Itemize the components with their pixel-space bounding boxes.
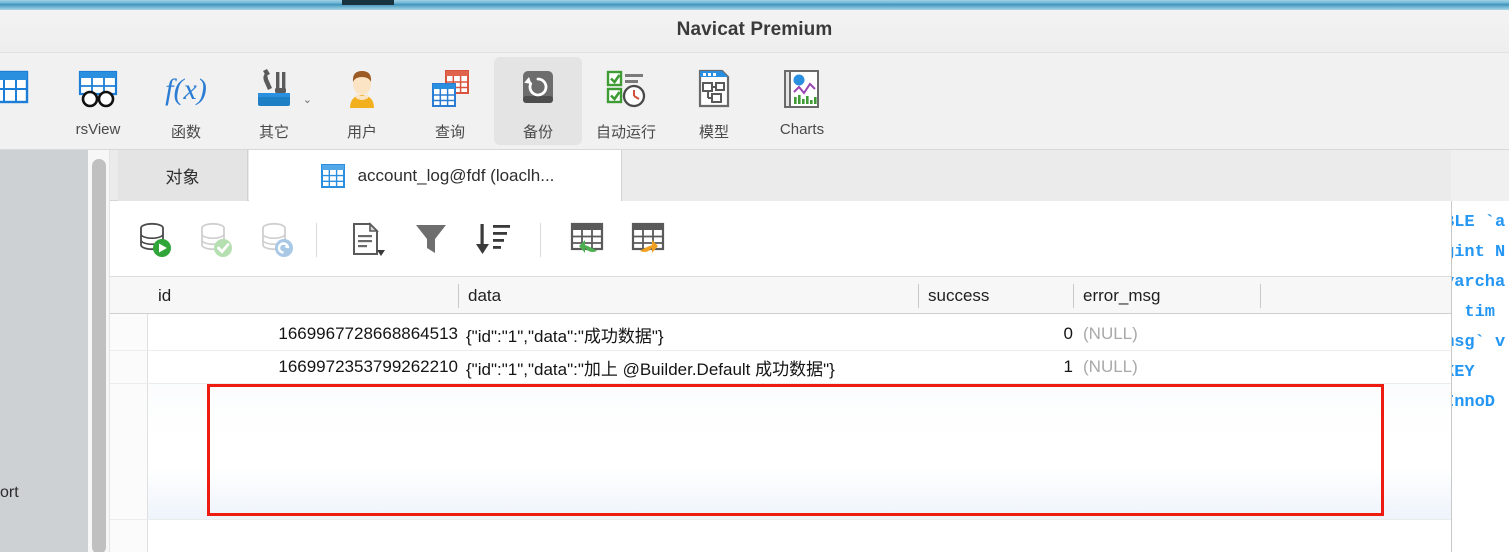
code-panel-header (1451, 150, 1509, 201)
toolbar-item-charts[interactable]: Charts (758, 57, 846, 145)
tab-label: account_log@fdf (loaclh... (357, 165, 555, 185)
toolbar-item-other[interactable]: ⌄ 其它 (230, 57, 318, 145)
column-header-data[interactable]: data (458, 277, 918, 314)
row-header-gutter (110, 277, 148, 552)
form-view-button[interactable] (342, 215, 390, 263)
column-header-label: id (158, 285, 172, 305)
cell-error-msg[interactable]: (NULL) (1083, 318, 1270, 350)
toolbar-item-function[interactable]: f(x) 函数 (142, 57, 230, 145)
backup-restore-icon (514, 64, 562, 114)
code-line: InnoD (1452, 393, 1496, 412)
toolbar-item-user[interactable]: 用户 (318, 57, 406, 145)
column-divider-4[interactable] (1260, 284, 1261, 308)
code-line: ` tim (1452, 303, 1496, 322)
main-toolbar: rsView f(x) 函数 ⌄ 其它 用户 查询 备份 自动运行 模型 Cha… (0, 53, 1509, 150)
cell-error-msg[interactable]: (NULL) (1083, 351, 1270, 383)
toolbar-item-label: 用户 (346, 124, 377, 141)
user-icon (338, 64, 386, 114)
grid-header-row: id data success error_msg (110, 277, 1509, 314)
column-header-success[interactable]: success (918, 277, 1073, 314)
cell-id[interactable]: 1669972353799262210 (148, 351, 458, 383)
tab-label: 对象 (165, 168, 200, 187)
function-fx-icon: f(x) (162, 64, 210, 114)
grid-toolbar (110, 201, 1509, 277)
tab-objects[interactable]: 对象 (118, 150, 248, 201)
svg-text:f(x): f(x) (165, 73, 207, 106)
tab-strip-empty-area (622, 150, 1509, 201)
cell-success[interactable]: 0 (918, 318, 1073, 350)
sort-descending-button[interactable] (468, 215, 516, 263)
toolbar-item-automation[interactable]: 自动运行 (582, 57, 670, 145)
rollback-button[interactable] (253, 215, 301, 263)
main-window: Navicat Premium rsView f(x) 函数 ⌄ 其它 用户 查… (0, 10, 1509, 552)
column-header-label: success (928, 285, 990, 305)
cell-id[interactable]: 1669967728668864513 (148, 318, 458, 350)
tab-account-log[interactable]: account_log@fdf (loaclh... (249, 150, 622, 201)
toolbar-separator-1 (316, 223, 317, 257)
model-diagram-icon (690, 64, 738, 114)
toolbar-item-label: 查询 (434, 124, 465, 141)
toolbar-item-model[interactable]: 模型 (670, 57, 758, 145)
title-bar[interactable]: Navicat Premium (0, 10, 1509, 53)
tab-strip: 对象 account_log@fdf (loaclh... (110, 150, 1509, 201)
cell-data[interactable]: {"id":"1","data":"成功数据"} (466, 318, 926, 350)
background-window-strip (0, 0, 1509, 10)
tools-other-icon (250, 64, 298, 114)
column-header-id[interactable]: id (148, 277, 458, 314)
toolbar-separator-2 (540, 223, 541, 257)
row-divider (110, 519, 1509, 520)
left-sidebar-clipped-label: ort (0, 484, 19, 501)
column-header-error-msg[interactable]: error_msg (1073, 277, 1260, 314)
code-line: BLE `a (1452, 213, 1506, 232)
code-line: msg` v (1452, 333, 1506, 352)
view-glasses-icon (74, 64, 122, 114)
toolbar-item-backup[interactable]: 备份 (494, 57, 582, 145)
toolbar-item-label: Charts (779, 121, 825, 138)
toolbar-item-query[interactable]: 查询 (406, 57, 494, 145)
navicat-window: Navicat Premium rsView f(x) 函数 ⌄ 其它 用户 查… (0, 0, 1509, 552)
cell-data[interactable]: {"id":"1","data":"加上 @Builder.Default 成功… (466, 351, 926, 383)
code-line: varcha (1452, 273, 1506, 292)
toolbar-item-rsview[interactable]: rsView (54, 57, 142, 145)
sql-code-panel[interactable]: BLE `a gint N varcha ` tim msg` v KEY In… (1451, 201, 1509, 552)
toolbar-item-label: 函数 (170, 124, 201, 141)
table-grid-icon (320, 163, 346, 189)
begin-transaction-button[interactable] (131, 215, 179, 263)
data-grid: id data success error_msg 16699677286688… (110, 277, 1509, 552)
toolbar-item-label: 自动运行 (595, 124, 656, 141)
table-row[interactable]: 1669967728668864513 {"id":"1","data":"成功… (148, 318, 1509, 350)
commit-button[interactable] (192, 215, 240, 263)
import-wizard-button[interactable] (563, 215, 611, 263)
page-title: Navicat Premium (676, 19, 833, 40)
chevron-down-icon[interactable]: ⌄ (303, 93, 312, 106)
column-header-label: data (468, 285, 502, 305)
query-tables-icon (426, 64, 474, 114)
export-wizard-button[interactable] (624, 215, 672, 263)
code-line: KEY (1452, 363, 1475, 382)
left-sidebar-panel[interactable]: ort (0, 150, 88, 552)
empty-rows-area[interactable] (148, 384, 1509, 519)
background-window-notch (342, 0, 394, 5)
code-line: gint N (1452, 243, 1506, 262)
toolbar-item-label: 其它 (258, 124, 289, 141)
column-header-label: error_msg (1083, 285, 1161, 305)
toolbar-items: rsView f(x) 函数 ⌄ 其它 用户 查询 备份 自动运行 模型 Cha… (0, 53, 846, 150)
toolbar-item-label: 备份 (522, 124, 553, 141)
toolbar-item-label: 模型 (698, 124, 729, 141)
filter-button[interactable] (407, 215, 455, 263)
sidebar-scrollbar-thumb[interactable] (92, 159, 106, 552)
cell-success[interactable]: 1 (918, 351, 1073, 383)
automation-schedule-icon (602, 64, 650, 114)
toolbar-item-view-clipped[interactable] (0, 57, 54, 145)
toolbar-item-label: rsView (75, 121, 121, 138)
table-view-icon (0, 64, 34, 114)
charts-icon (778, 64, 826, 114)
table-row[interactable]: 1669972353799262210 {"id":"1","data":"加上… (148, 351, 1509, 383)
